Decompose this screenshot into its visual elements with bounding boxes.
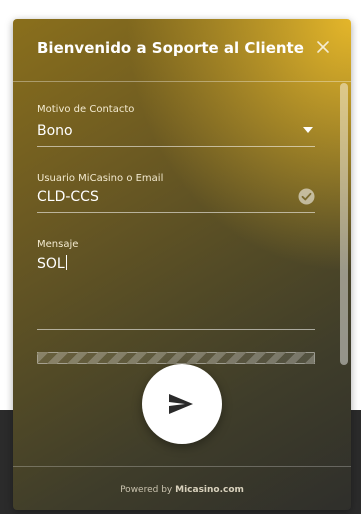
message-underline [37, 329, 315, 330]
text-caret [65, 255, 67, 270]
message-textarea[interactable]: SOL [37, 255, 67, 272]
powered-by-footer: Powered by Micasino.com [13, 485, 351, 495]
user-email-input[interactable]: CLD-CCS [37, 189, 99, 205]
send-icon [169, 394, 193, 414]
footer-divider [13, 466, 351, 467]
user-email-underline [37, 212, 315, 213]
widget-title: Bienvenido a Soporte al Cliente [37, 39, 304, 57]
brand-link[interactable]: Micasino.com [175, 485, 244, 495]
contact-reason-select[interactable]: Bono [37, 123, 73, 139]
powered-by-text: Powered by [120, 485, 173, 495]
close-icon [317, 41, 329, 53]
contact-reason-label: Motivo de Contacto [37, 104, 135, 115]
message-text: SOL [37, 256, 65, 272]
send-button[interactable] [142, 364, 222, 444]
message-label: Mensaje [37, 239, 79, 250]
check-circle-icon [298, 188, 315, 205]
contact-reason-underline [37, 146, 315, 147]
widget-header: Bienvenido a Soporte al Cliente [13, 19, 351, 79]
header-divider [13, 81, 351, 82]
scrollbar-thumb[interactable] [340, 83, 348, 365]
support-chat-widget: Bienvenido a Soporte al Cliente Motivo d… [13, 19, 351, 510]
user-email-label: Usuario MiCasino o Email [37, 173, 164, 184]
close-button[interactable] [313, 37, 333, 57]
loading-stripe-bar [37, 352, 315, 364]
chevron-down-icon[interactable] [302, 126, 314, 134]
